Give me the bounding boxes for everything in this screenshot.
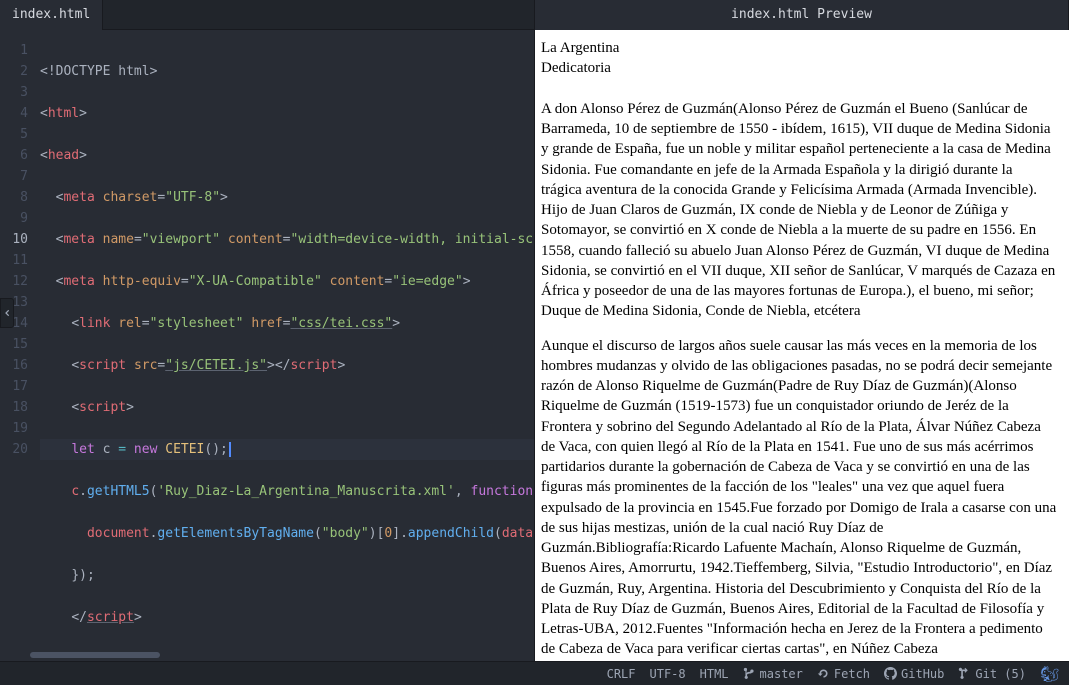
preview-paragraph: Aunque el discurso de largos años suele … — [541, 336, 1057, 660]
line-gutter: 1 2 3 4 5 6 7 8 9 10 11 12 13 14 15 16 1 — [0, 30, 40, 649]
status-squirrel[interactable]: 🐿 — [1040, 665, 1059, 683]
tab-bar-left: index.html — [0, 0, 534, 30]
status-git-branch[interactable]: master — [743, 667, 803, 681]
code-area[interactable]: <!DOCTYPE html> <html> <head> <meta char… — [40, 30, 534, 649]
preview-content[interactable]: La Argentina Dedicatoria A don Alonso Pé… — [535, 30, 1069, 661]
status-line-ending[interactable]: CRLF — [607, 667, 636, 681]
horizontal-scrollbar[interactable] — [0, 649, 534, 661]
panel-toggle-handle[interactable] — [0, 298, 14, 328]
preview-paragraph: A don Alonso Pérez de Guzmán(Alonso Pére… — [541, 99, 1057, 322]
status-fetch[interactable]: Fetch — [817, 667, 870, 681]
git-compare-icon — [958, 667, 971, 680]
status-github[interactable]: GitHub — [884, 667, 944, 681]
preview-subtitle: Dedicatoria — [541, 58, 1057, 78]
tab-preview[interactable]: index.html Preview — [535, 0, 1069, 30]
tab-index-html[interactable]: index.html — [0, 0, 103, 30]
preview-title: La Argentina — [541, 38, 1057, 58]
text-cursor — [229, 442, 231, 457]
status-git[interactable]: Git (5) — [958, 667, 1026, 681]
editor-body[interactable]: 1 2 3 4 5 6 7 8 9 10 11 12 13 14 15 16 1 — [0, 30, 534, 649]
github-icon — [884, 667, 897, 680]
status-language[interactable]: HTML — [700, 667, 729, 681]
scrollbar-thumb[interactable] — [30, 652, 160, 658]
editor-pane: index.html 1 2 3 4 5 6 7 8 9 10 11 12 13 — [0, 0, 534, 661]
git-branch-icon — [743, 667, 756, 680]
sync-icon — [817, 667, 830, 680]
chevron-left-icon — [2, 308, 12, 318]
tab-bar-right: index.html Preview — [535, 0, 1069, 30]
status-encoding[interactable]: UTF-8 — [650, 667, 686, 681]
status-bar: CRLF UTF-8 HTML master Fetch GitHub Git … — [0, 661, 1069, 685]
preview-pane: index.html Preview La Argentina Dedicato… — [534, 0, 1069, 661]
squirrel-icon: 🐿 — [1040, 665, 1059, 683]
